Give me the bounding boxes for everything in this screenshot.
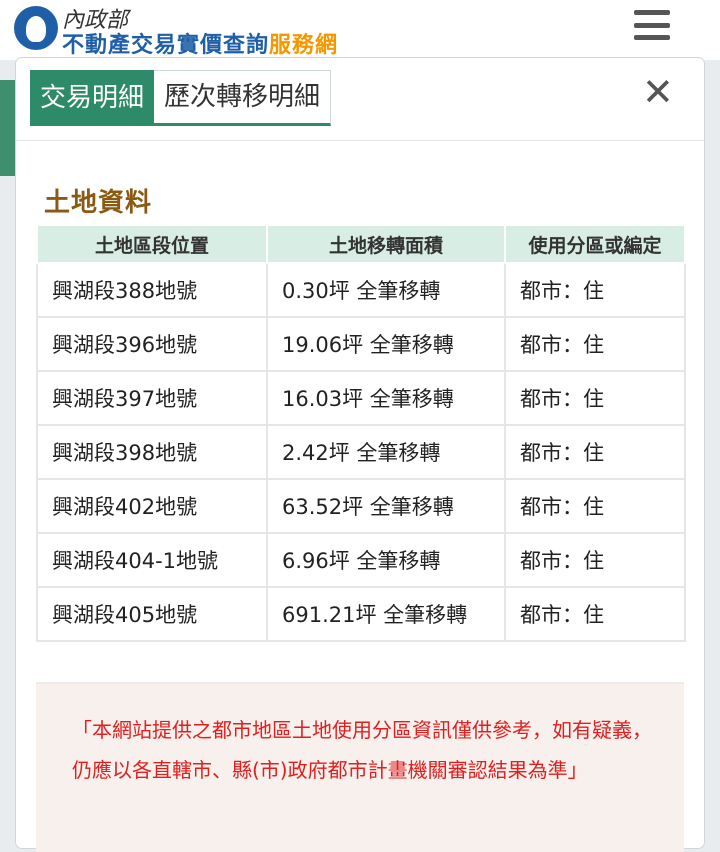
site-header: 內政部 不動產交易實價查詢服務網 xyxy=(0,0,720,60)
table-row: 興湖段397地號 16.03坪 全筆移轉 都市：住 xyxy=(36,370,686,426)
table-row: 興湖段398地號 2.42坪 全筆移轉 都市：住 xyxy=(36,424,686,480)
table-row: 興湖段396地號 19.06坪 全筆移轉 都市：住 xyxy=(36,316,686,372)
site-title-accent: 服務網 xyxy=(269,33,339,58)
cell-area: 2.42坪 全筆移轉 xyxy=(266,424,506,480)
table-row: 興湖段404-1地號 6.96坪 全筆移轉 都市：住 xyxy=(36,532,686,588)
column-header-location: 土地區段位置 xyxy=(36,224,268,264)
table-row: 興湖段405地號 691.21坪 全筆移轉 都市：住 xyxy=(36,586,686,642)
header-divider xyxy=(16,140,704,141)
site-title[interactable]: 不動產交易實價查詢服務網 xyxy=(62,27,338,59)
site-title-main: 不動產交易實價查詢 xyxy=(62,33,270,58)
tab-transfer-history[interactable]: 歷次轉移明細 xyxy=(154,70,332,126)
cell-location: 興湖段404-1地號 xyxy=(36,532,268,588)
tab-transaction-detail[interactable]: 交易明細 xyxy=(30,70,155,126)
close-icon[interactable]: ✕ xyxy=(642,72,674,112)
column-header-area: 土地移轉面積 xyxy=(266,224,506,264)
modal-tabs: 交易明細 歷次轉移明細 xyxy=(30,70,332,126)
cell-location: 興湖段388地號 xyxy=(36,262,268,318)
cell-area: 16.03坪 全筆移轉 xyxy=(266,370,506,426)
section-title: 土地資料 xyxy=(44,188,153,218)
land-table: 土地區段位置 土地移轉面積 使用分區或編定 興湖段388地號 0.30坪 全筆移… xyxy=(36,224,686,642)
column-header-zoning: 使用分區或編定 xyxy=(504,224,686,264)
cell-location: 興湖段396地號 xyxy=(36,316,268,372)
hamburger-line xyxy=(634,35,670,40)
hamburger-line xyxy=(634,10,670,15)
cell-zoning: 都市：住 xyxy=(504,586,686,642)
cell-zoning: 都市：住 xyxy=(504,370,686,426)
cell-zoning: 都市：住 xyxy=(504,316,686,372)
cell-zoning: 都市：住 xyxy=(504,478,686,534)
table-row: 興湖段402地號 63.52坪 全筆移轉 都市：住 xyxy=(36,478,686,534)
cell-area: 19.06坪 全筆移轉 xyxy=(266,316,506,372)
transaction-detail-modal: 交易明細 歷次轉移明細 ✕ 土地資料 土地區段位置 土地移轉面積 使用分區或編定… xyxy=(16,58,704,852)
table-row: 興湖段388地號 0.30坪 全筆移轉 都市：住 xyxy=(36,262,686,318)
zoning-disclaimer-notice: 「本網站提供之都市地區土地使用分區資訊僅供參考，如有疑義，仍應以各直轄市、縣(市… xyxy=(36,682,684,852)
cell-area: 6.96坪 全筆移轉 xyxy=(266,532,506,588)
cell-location: 興湖段405地號 xyxy=(36,586,268,642)
cell-location: 興湖段398地號 xyxy=(36,424,268,480)
hamburger-line xyxy=(634,22,670,28)
logo-icon[interactable] xyxy=(14,6,58,50)
cell-location: 興湖段397地號 xyxy=(36,370,268,426)
table-header-row: 土地區段位置 土地移轉面積 使用分區或編定 xyxy=(36,224,686,264)
cell-area: 0.30坪 全筆移轉 xyxy=(266,262,506,318)
cell-zoning: 都市：住 xyxy=(504,424,686,480)
cell-zoning: 都市：住 xyxy=(504,532,686,588)
cell-zoning: 都市：住 xyxy=(504,262,686,318)
cell-location: 興湖段402地號 xyxy=(36,478,268,534)
background-page-strip xyxy=(0,80,16,176)
cell-area: 63.52坪 全筆移轉 xyxy=(266,478,506,534)
hamburger-icon[interactable] xyxy=(634,10,670,40)
cell-area: 691.21坪 全筆移轉 xyxy=(266,586,506,642)
